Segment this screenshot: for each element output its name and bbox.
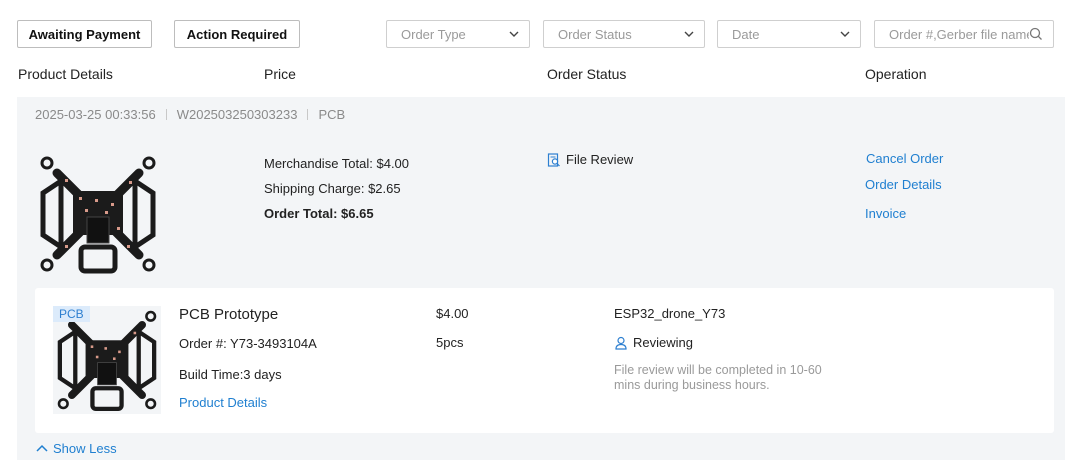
order-item-card: PCB PCB Prototype Order #: Y73-3493104A … [35,288,1054,433]
divider [165,109,167,120]
item-thumbnail[interactable] [53,306,161,414]
order-type-label: Order Type [401,26,466,42]
file-review-icon [547,152,560,167]
shipping-charge: Shipping Charge: $2.65 [264,181,401,196]
review-note: File review will be completed in 10-60 m… [614,363,822,392]
date-label: Date [732,26,760,42]
pcb-tag: PCB [53,306,90,322]
pcb-drone-image [40,156,156,274]
search-icon[interactable] [1029,27,1043,41]
item-build-time: Build Time:3 days [179,367,282,382]
pcb-thumbnail[interactable] [35,151,161,277]
item-price-column: $4.00 5pcs [436,306,469,350]
product-details-link[interactable]: Product Details [179,395,317,410]
item-status-text: Reviewing [633,335,693,350]
action-required-button[interactable]: Action Required [174,20,300,48]
order-number: W202503250303233 [176,107,298,122]
pcb-drone-image [57,310,157,411]
order-details-link[interactable]: Order Details [865,177,942,192]
order-type: PCB [318,107,346,122]
order-status-label: Order Status [558,26,632,42]
order-datetime: 2025-03-25 00:33:56 [35,107,156,122]
reviewer-icon [615,336,627,350]
search-box[interactable] [874,20,1054,48]
chevron-up-icon [36,444,48,452]
order-type-select[interactable]: Order Type [386,20,530,48]
order-meta: 2025-03-25 00:33:56 W202503250303233 PCB [35,107,345,122]
show-less-button[interactable]: Show Less [36,441,117,456]
order-total: Order Total: $6.65 [264,206,374,221]
chevron-down-icon [840,31,850,37]
chevron-down-icon [684,31,694,37]
item-order-number: Order #: Y73-3493104A [179,336,317,351]
column-order-status: Order Status [547,66,627,82]
show-less-label: Show Less [53,441,117,456]
column-product-details: Product Details [18,66,113,82]
item-quantity: 5pcs [436,335,464,350]
search-input[interactable] [889,26,1029,42]
price-summary: Merchandise Total: $4.00 Shipping Charge… [264,151,409,226]
item-status: Reviewing [614,335,844,350]
awaiting-payment-button[interactable]: Awaiting Payment [17,20,152,48]
item-price: $4.00 [436,306,469,321]
item-status-column: ESP32_drone_Y73 Reviewing File review wi… [614,306,844,393]
cancel-order-link[interactable]: Cancel Order [866,151,943,166]
merchandise-total: Merchandise Total: $4.00 [264,156,410,171]
chevron-down-icon [509,31,519,37]
order-status: File Review [547,152,633,167]
column-price: Price [264,66,296,82]
item-name: PCB Prototype [179,306,279,323]
item-file-name: ESP32_drone_Y73 [614,306,726,321]
column-operation: Operation [865,66,927,82]
order-status-text: File Review [566,152,634,167]
order-card: 2025-03-25 00:33:56 W202503250303233 PCB [17,97,1065,460]
invoice-link[interactable]: Invoice [865,206,906,221]
date-select[interactable]: Date [717,20,861,48]
divider [307,109,309,120]
order-status-select[interactable]: Order Status [543,20,705,48]
item-info: PCB Prototype Order #: Y73-3493104A Buil… [179,306,317,410]
